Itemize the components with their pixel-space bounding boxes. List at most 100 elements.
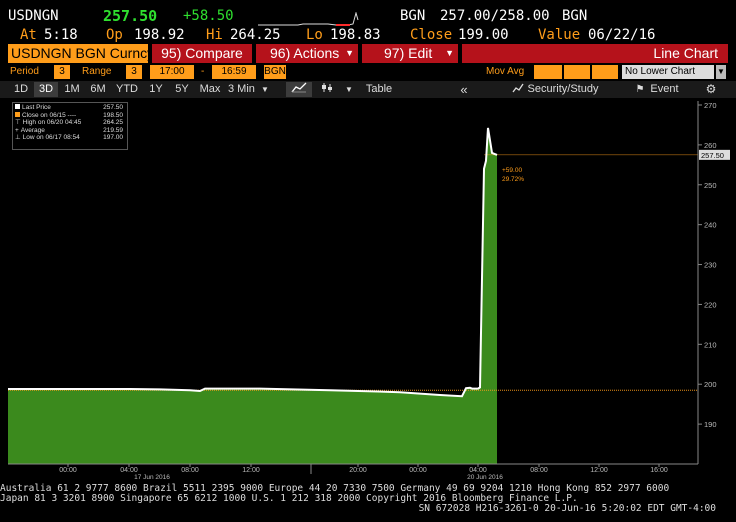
legend-swatch [15,111,20,117]
chart-type-title: Line Chart [462,44,728,63]
low-marker-icon: ⊥ [15,134,21,141]
net-change: +58.50 [183,8,234,24]
period-1m[interactable]: 1M [60,82,84,97]
x-tick-label: 08:00 [181,467,199,474]
y-tick-label: 250 [704,181,717,190]
security-study-button[interactable]: Security/Study [500,82,610,97]
period-1d[interactable]: 1D [10,82,32,97]
quote-source: BGN [400,8,426,24]
range-end-field[interactable]: 16:59 [212,65,256,79]
range-field[interactable]: 3 [126,65,142,79]
value-label: Value [538,27,581,43]
period-5y[interactable]: 5Y [170,82,194,97]
chart-legend: Last Price 257.50 Close on 06/15 ---- 198.… [12,102,128,150]
period-6m[interactable]: 6M [86,82,110,97]
actions-label: 96) Actions [270,45,340,61]
quote-header-row: USDNGN 257.50 +58.50 BGN 257.00/258.00 B… [0,6,736,26]
ohlc-row: At 5:18 Op 198.92 Hi 264.25 Lo 198.83 Cl… [0,26,736,44]
y-tick-label: 230 [704,261,717,270]
ticker: USDNGN [8,8,59,24]
chart-toolbar: 1D 3D 1M 6M YTD 1Y 5Y Max 3 Min ▼ ▼ Tabl… [0,81,736,98]
high-value: 264.25 [230,27,281,43]
y-tick-label: 210 [704,340,717,349]
close-value: 199.00 [458,27,509,43]
period-ytd[interactable]: YTD [112,82,142,97]
chevron-down-icon[interactable]: ▼ [342,82,356,97]
function-menu-bar: USDNGN BGN Curncy 95) Compare 96) Action… [0,44,736,63]
candle-chart-icon[interactable] [316,82,338,97]
period-max[interactable]: Max [196,82,224,97]
last-price-tag-label: 257.50 [701,151,724,160]
legend-value: 197.00 [103,134,123,141]
mov-avg-field-1[interactable] [534,65,562,79]
chart-study-icon [512,83,524,93]
range-start-field[interactable]: 17:00 [150,65,194,79]
x-date-label: 17 Jun 2016 [134,474,170,481]
chevron-down-icon: ▼ [260,85,269,94]
legend-value: 257.50 [103,104,123,111]
x-tick-label: 16:00 [650,467,668,474]
last-price: 257.50 [103,7,158,25]
value-date: 06/22/16 [588,27,656,43]
compare-button[interactable]: 95) Compare [152,44,252,63]
x-tick-label: 00:00 [59,467,77,474]
x-tick-label: 12:00 [590,467,608,474]
line-chart-icon[interactable] [286,82,312,97]
low-label: Lo [306,27,323,43]
period-3d[interactable]: 3D [34,82,58,97]
price-chart: +59.00 29.72% 190 200 210 220 230 240 250 260 270… [8,101,730,481]
period-field[interactable]: 3 [54,65,70,79]
chart-settings-row: Period 3 Range 3 17:00 - 16:59 BGN Mov A… [0,64,736,81]
collapse-left-icon[interactable]: « [452,82,476,97]
legend-swatch [15,104,20,109]
edit-menu[interactable]: 97) Edit ▼ [362,44,458,63]
legend-close: Close on 06/15 ---- 198.50 [15,111,125,120]
at-label: At [20,27,37,43]
low-value: 198.83 [330,27,381,43]
x-tick-label: 00:00 [409,467,427,474]
event-button[interactable]: ⚑ Event [626,82,688,97]
y-tick-label: 200 [704,380,717,389]
legend-high: ⊤ High on 06/20 04:45 264.25 [15,119,125,127]
legend-label: Low on 06/17 08:54 [22,134,80,141]
y-tick-label: 240 [704,221,717,230]
security-study-label: Security/Study [527,83,599,95]
price-line [8,127,498,398]
x-tick-label: 08:00 [530,467,548,474]
price-area [8,127,497,465]
chevron-down-icon[interactable]: ▼ [716,65,726,79]
legend-label: Average [20,126,45,134]
gear-icon[interactable]: ⚙ [700,82,722,97]
actions-menu[interactable]: 96) Actions ▼ [256,44,358,63]
mov-avg-label: Mov Avg [486,66,525,77]
change-pct-annotation: 29.72% [502,176,524,183]
legend-value: 264.25 [103,119,123,126]
x-tick-label: 04:00 [120,467,138,474]
y-tick-label: 270 [704,101,717,110]
mov-avg-field-2[interactable] [564,65,590,79]
range-label: Range [82,66,112,77]
mov-avg-field-3[interactable] [592,65,618,79]
pricing-source-field[interactable]: BGN [264,65,286,79]
legend-label: Last Price [22,104,51,111]
legend-value: 198.50 [103,111,123,119]
period-1y[interactable]: 1Y [144,82,168,97]
open-value: 198.92 [134,27,185,43]
x-tick-label: 04:00 [469,467,487,474]
legend-label: High on 06/20 04:45 [22,119,82,126]
chevron-down-icon: ▼ [445,48,454,58]
lower-chart-select[interactable]: No Lower Chart [622,65,714,79]
close-label: Close [410,27,453,43]
legend-value: 219.59 [103,126,123,134]
legend-low: ⊥ Low on 06/17 08:54 197.00 [15,134,125,142]
open-label: Op [106,27,123,43]
interval-select[interactable]: 3 Min ▼ [228,82,278,97]
at-time: 5:18 [44,27,78,43]
table-button[interactable]: Table [360,82,398,97]
y-tick-label: 260 [704,141,717,150]
security-field[interactable]: USDNGN BGN Curncy [8,44,154,63]
legend-last-price: Last Price 257.50 [15,104,125,112]
period-label: Period [10,66,39,77]
high-marker-icon: ⊤ [15,119,21,126]
x-tick-label: 20:00 [349,467,367,474]
